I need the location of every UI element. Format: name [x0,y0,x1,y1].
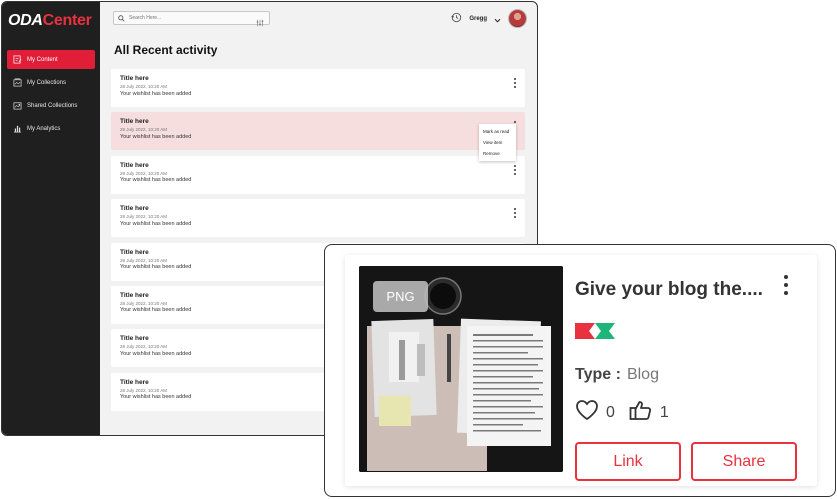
share-button[interactable]: Share [691,442,797,481]
activity-date: 28 July 2022, 10:20 AM [120,170,168,176]
menu-item-view-item[interactable]: View item [479,137,516,148]
heart-icon[interactable] [575,399,599,426]
sidebar-item-shared-collections[interactable]: Shared Collections [7,96,95,115]
activity-title: Title here [120,75,149,82]
file-type-badge: PNG [373,281,428,312]
activity-text: Your wishlist has been added [120,177,192,184]
thumbs-up-count: 1 [659,403,669,421]
user-name[interactable]: Gregg [469,16,487,22]
type-value: Blog [626,366,659,383]
filter-icon[interactable] [256,14,264,32]
logo-brand: Center [42,12,92,29]
sidebar-item-my-analytics[interactable]: My Analytics [7,119,95,138]
thumbnail-image[interactable]: PNG [359,266,563,472]
more-options-icon[interactable] [512,207,518,219]
bar-chart-icon [13,124,22,133]
search-input[interactable] [129,15,249,21]
sidebar-nav: My Content My Collections Shared Collect… [7,50,95,142]
like-count: 0 [606,403,615,421]
menu-item-mark-as-read[interactable]: Mark as read [479,126,516,137]
page-title: All Recent activity [114,43,218,57]
sidebar-item-label: My Collections [27,79,67,86]
chevron-down-icon[interactable] [494,10,501,28]
more-options-icon[interactable] [512,164,518,176]
sidebar-item-label: My Content [27,56,58,63]
activity-date: 28 July 2022, 10:20 AM [120,84,168,89]
user-area: Gregg [451,9,527,28]
more-options-icon[interactable] [512,77,518,89]
activity-date: 28 July 2022, 10:20 AM [120,214,168,220]
collection-icon [13,78,22,87]
sidebar: ODACenter My Content My Collections Shar… [2,2,100,435]
shared-collection-icon [13,101,22,110]
zoom-panel: PNG Give your blog the.... Type : Blog 0 [324,244,836,497]
type-row: Type : Blog [575,366,659,384]
document-edit-icon [13,55,22,64]
activity-text: Your wishlist has been added [120,220,192,227]
content-card[interactable]: PNG Give your blog the.... Type : Blog 0 [345,255,817,486]
menu-item-remove[interactable]: Remove [479,148,516,159]
card-title[interactable]: Give your blog the.... [575,279,763,301]
type-label: Type : [575,366,621,383]
stats-row: 0 1 [575,399,683,426]
activity-title: Title here [120,205,149,213]
thumbs-up-stat[interactable]: 1 [629,399,669,426]
logo: ODACenter [8,12,92,30]
link-button[interactable]: Link [575,442,681,481]
search-icon [118,9,125,27]
activity-text: Your wishlist has been added [120,90,192,97]
activity-card[interactable]: Title here 28 July 2022, 10:20 AM Your w… [111,199,525,238]
search-box[interactable] [113,9,270,27]
activity-title: Title here [120,161,149,169]
activity-card-selected[interactable]: Title here 28 July 2022, 10:20 AM Your w… [111,112,525,151]
sidebar-item-my-content[interactable]: My Content [7,50,95,69]
activity-card[interactable]: Title here 28 July 2022, 10:20 AM Your w… [111,69,525,107]
like-stat[interactable]: 0 [575,399,615,426]
more-options-icon[interactable] [782,275,790,295]
thumbs-up-icon[interactable] [629,399,653,426]
activity-title: Title here [120,118,149,126]
context-menu: Mark as read View item Remove [479,124,516,161]
history-icon[interactable] [451,10,462,28]
topbar: Gregg [100,2,537,36]
sidebar-item-label: My Analytics [27,125,61,132]
logo-prefix: ODA [8,12,43,29]
activity-card[interactable]: Title here 28 July 2022, 10:20 AM Your w… [111,155,525,194]
activity-date: 28 July 2022, 10:20 AM [120,127,168,133]
flag-icon [575,323,617,344]
sidebar-item-label: Shared Collections [27,102,78,109]
avatar[interactable] [508,9,527,28]
sidebar-item-my-collections[interactable]: My Collections [7,73,95,92]
activity-text: Your wishlist has been added [120,133,192,140]
